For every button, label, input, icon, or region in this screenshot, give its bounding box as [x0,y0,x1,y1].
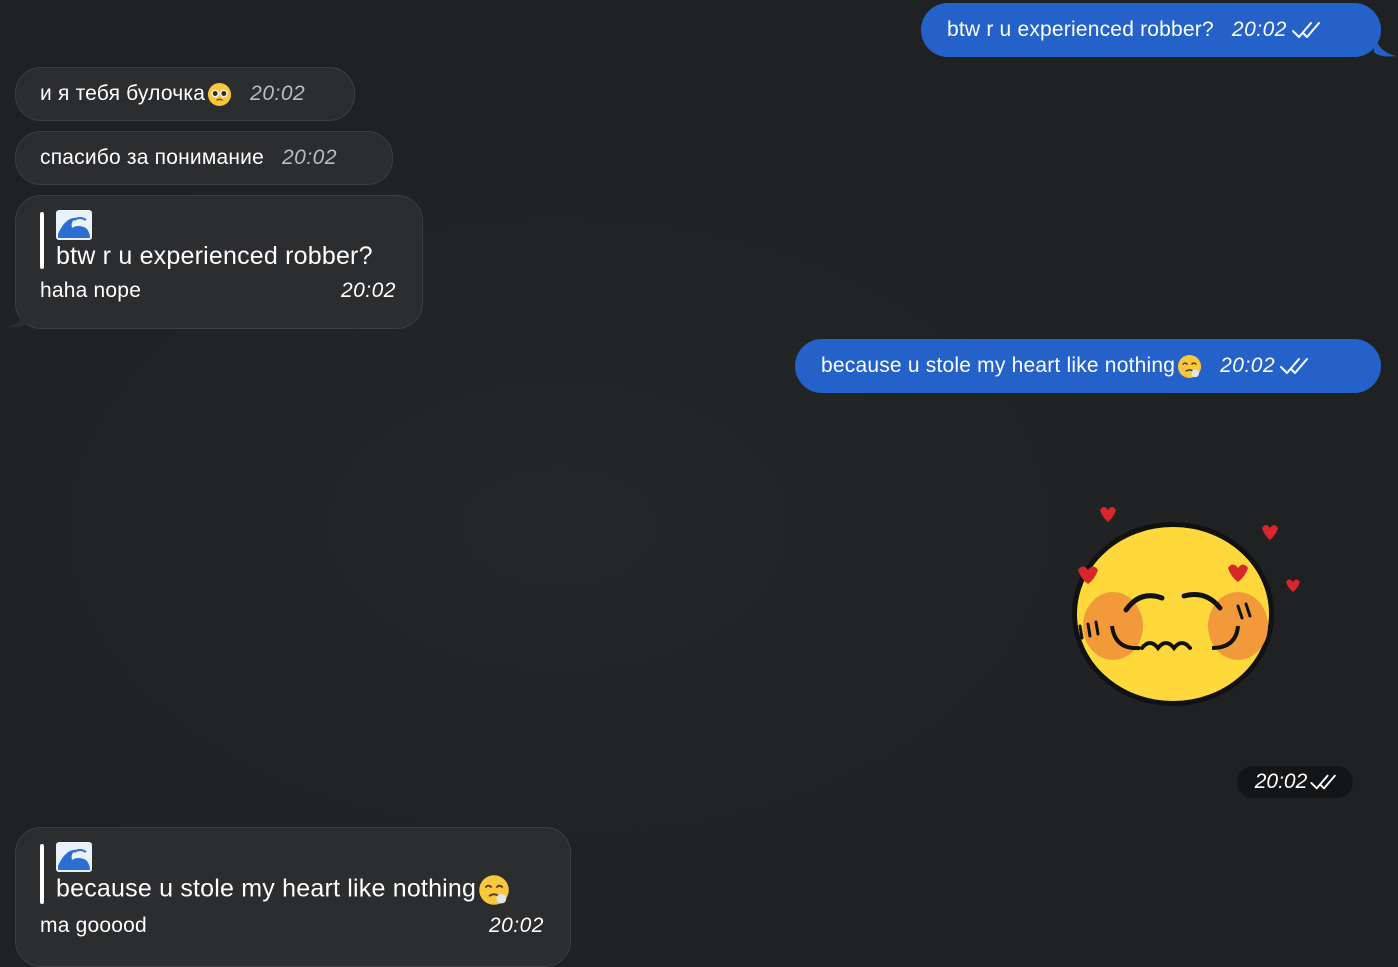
message-time: 20:02 [250,82,306,105]
bubble-tail [6,305,28,328]
quoted-text: because u stole my heart like nothing [56,874,544,906]
wave-icon [56,210,92,240]
incoming-reply-message[interactable]: because u stole my heart like nothing ma… [15,827,571,967]
message-time: 20:02 [1220,354,1276,377]
sticker-time-badge: 20:02 [1237,766,1353,798]
heart-icon [1100,507,1116,522]
double-check-icon [1291,22,1320,38]
incoming-reply-message[interactable]: btw r u experienced robber? haha nope 20… [15,195,423,329]
message-text: haha nope [40,279,142,302]
reply-quote[interactable]: because u stole my heart like nothing [40,842,544,906]
reply-quote[interactable]: btw r u experienced robber? [40,210,396,271]
incoming-message[interactable]: спасибо за понимание 20:02 [15,131,393,185]
pleading-face-icon [208,82,232,106]
wave-icon [56,842,92,872]
quote-bar [40,844,44,904]
message-time: 20:02 [488,914,544,937]
message-text: btw r u experienced robber? [947,18,1214,41]
outgoing-message[interactable]: btw r u experienced robber? 20:02 [921,3,1381,57]
message-time: 20:02 [281,146,338,169]
double-check-icon [1310,774,1337,790]
message-time: 20:02 [1254,770,1308,793]
flushed-face-icon [1178,354,1202,378]
chat-area: btw r u experienced robber? 20:02 и я те… [0,0,1398,967]
heart-icon [1262,525,1278,540]
shy-emoji-sticker[interactable] [1060,498,1310,714]
message-text: ma gooood [40,914,147,937]
quote-bar [40,212,44,269]
message-text: because u stole my heart like nothing [821,354,1176,377]
message-text: спасибо за понимание [40,146,264,169]
message-text: и я тебя булочка [40,82,206,105]
message-time: 20:02 [1231,18,1287,41]
message-time: 20:02 [340,279,396,302]
flushed-face-icon [479,875,509,905]
bubble-tail [1374,34,1396,57]
heart-icon [1286,579,1300,592]
quoted-text: btw r u experienced robber? [56,242,373,270]
incoming-message[interactable]: и я тебя булочка 20:02 [15,67,355,121]
double-check-icon [1280,358,1309,374]
outgoing-message[interactable]: because u stole my heart like nothing 20… [795,339,1381,393]
